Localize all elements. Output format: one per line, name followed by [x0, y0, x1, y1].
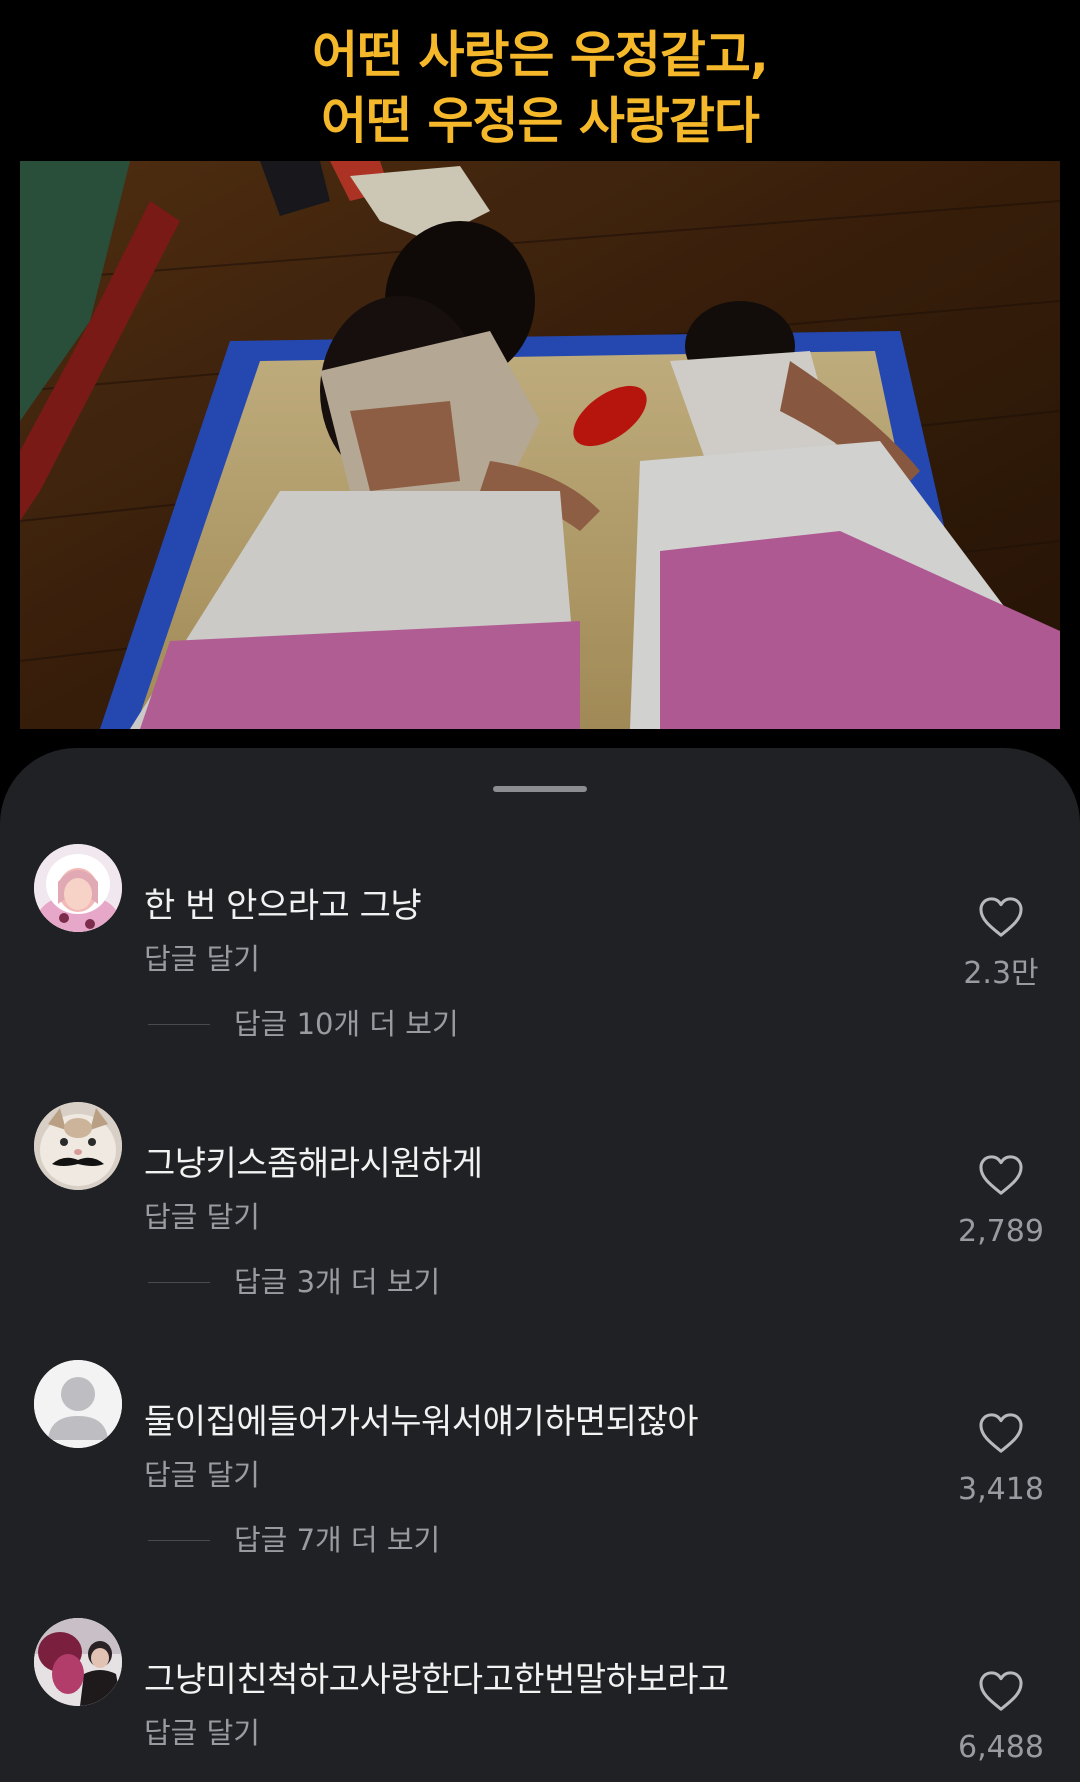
like-control[interactable]: 2.3만	[946, 896, 1056, 992]
heart-icon[interactable]	[978, 1412, 1024, 1454]
view-more-replies-label: 답글 10개 더 보기	[234, 1007, 459, 1041]
comment-item: 그냥미친척하고사랑한다고한번말하보라고 답글 달기 6,488	[0, 1618, 1080, 1782]
reply-button[interactable]: 답글 달기	[144, 1456, 260, 1494]
view-more-replies-button[interactable]: 답글 3개 더 보기	[148, 1262, 440, 1302]
replies-divider	[148, 1539, 210, 1541]
view-more-replies-button[interactable]: 답글 10개 더 보기	[148, 1004, 459, 1044]
like-count: 6,488	[958, 1730, 1044, 1765]
video-caption-line-1: 어떤 사랑은 우정같고,	[312, 26, 769, 84]
avatar-image	[34, 1618, 122, 1706]
comment-item: 그냥키스좀해라시원하게 답글 달기 답글 3개 더 보기 2,789	[0, 1102, 1080, 1332]
replies-divider	[148, 1281, 210, 1283]
like-control[interactable]: 2,789	[946, 1154, 1056, 1250]
video-frame-image	[20, 161, 1060, 729]
avatar[interactable]	[34, 1360, 122, 1448]
avatar[interactable]	[34, 1102, 122, 1190]
view-more-replies-button[interactable]: 답글 7개 더 보기	[148, 1520, 440, 1560]
reply-button[interactable]: 답글 달기	[144, 1714, 260, 1752]
video-caption-line-2: 어떤 우정은 사랑같다	[321, 92, 760, 150]
heart-icon[interactable]	[978, 1154, 1024, 1196]
view-more-replies-label: 답글 3개 더 보기	[234, 1265, 441, 1299]
video-player[interactable]	[20, 161, 1060, 729]
video-caption: 어떤 사랑은 우정같고, 어떤 우정은 사랑같다	[0, 22, 1080, 154]
replies-divider	[148, 1023, 210, 1025]
comment-text: 둘이집에들어가서누워서얘기하면되잖아	[144, 1402, 699, 1442]
like-count: 2.3만	[963, 956, 1039, 991]
comment-text: 그냥미친척하고사랑한다고한번말하보라고	[144, 1660, 729, 1700]
comment-item: 한 번 안으라고 그냥 답글 달기 답글 10개 더 보기 2.3만	[0, 844, 1080, 1074]
comments-sheet: 한 번 안으라고 그냥 답글 달기 답글 10개 더 보기 2.3만 그냥키스좀…	[0, 748, 1080, 1782]
avatar[interactable]	[34, 844, 122, 932]
reply-button[interactable]: 답글 달기	[144, 940, 260, 978]
comment-text: 한 번 안으라고 그냥	[144, 886, 422, 926]
heart-icon[interactable]	[978, 1670, 1024, 1712]
person-silhouette-icon	[34, 1360, 122, 1448]
sheet-drag-handle[interactable]	[493, 786, 587, 792]
heart-icon[interactable]	[978, 896, 1024, 938]
like-control[interactable]: 6,488	[946, 1670, 1056, 1766]
avatar-image	[34, 844, 122, 932]
avatar-image	[34, 1102, 122, 1190]
view-more-replies-label: 답글 7개 더 보기	[234, 1523, 441, 1557]
like-control[interactable]: 3,418	[946, 1412, 1056, 1508]
like-count: 3,418	[958, 1472, 1044, 1507]
reels-screen: 어떤 사랑은 우정같고, 어떤 우정은 사랑같다 한 번 안으라고 그냥 답글 …	[0, 0, 1080, 1782]
comment-item: 둘이집에들어가서누워서얘기하면되잖아 답글 달기 답글 7개 더 보기 3,41…	[0, 1360, 1080, 1590]
reply-button[interactable]: 답글 달기	[144, 1198, 260, 1236]
like-count: 2,789	[958, 1214, 1044, 1249]
avatar[interactable]	[34, 1618, 122, 1706]
comment-text: 그냥키스좀해라시원하게	[144, 1144, 483, 1184]
